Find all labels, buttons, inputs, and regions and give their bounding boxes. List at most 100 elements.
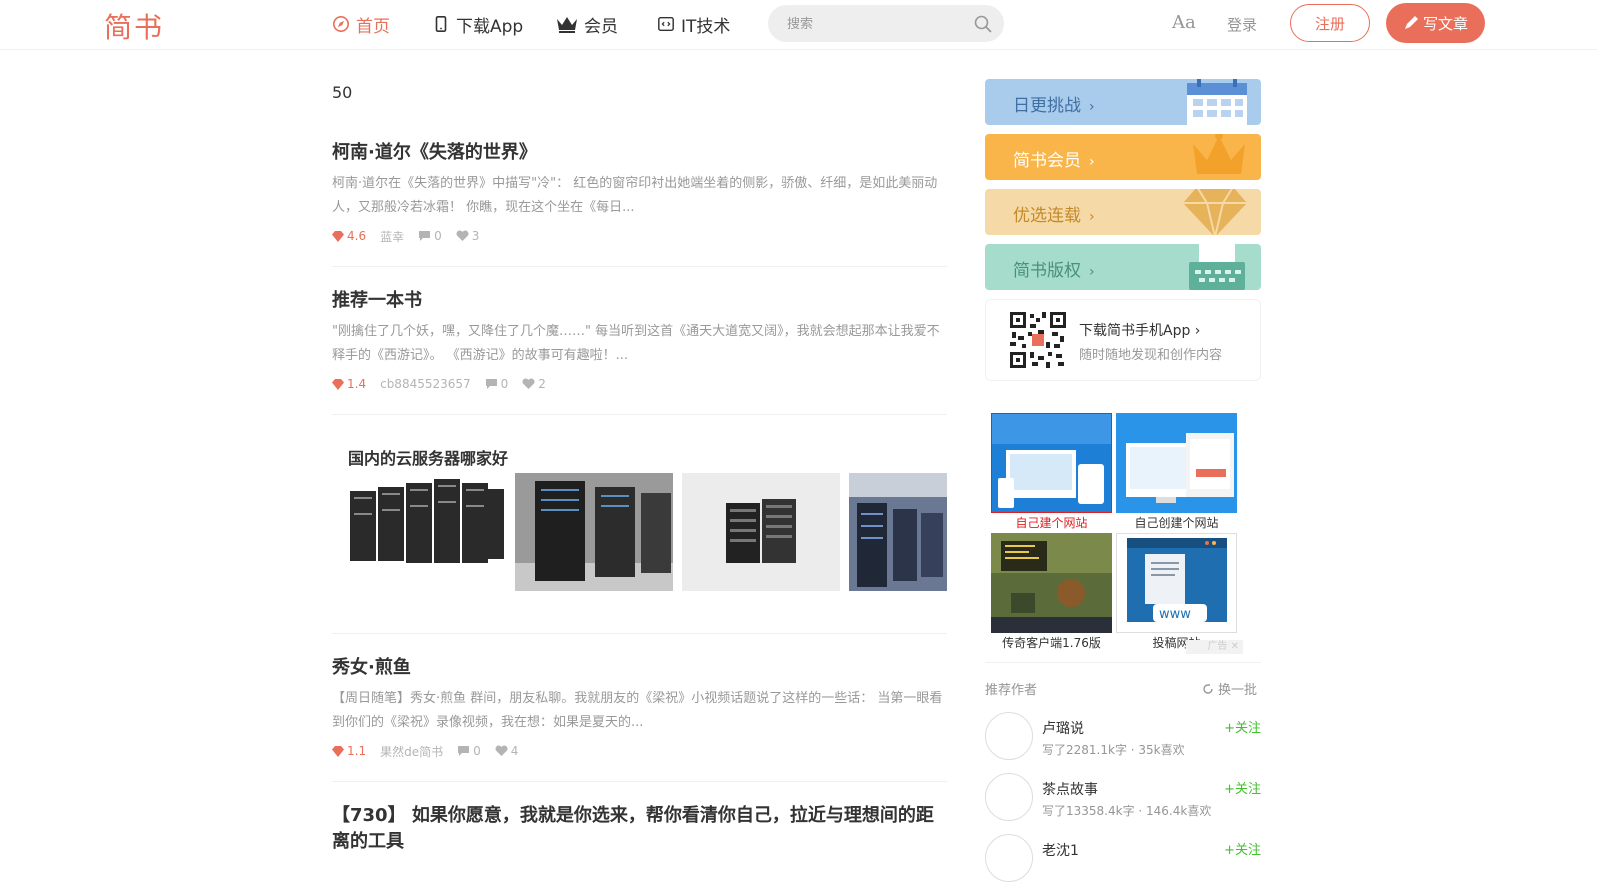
author-info: 写了2281.1k字 · 35k喜欢 [1042,743,1185,757]
author-name[interactable]: 老沈1 [1042,840,1079,860]
legend-game-image [991,533,1112,633]
article-meta: 4.6 蓝幸 0 3 [332,228,947,244]
like-count: 3 [456,229,479,243]
sponsored-ad-block: 国内的云服务器哪家好 [332,415,947,634]
article-item: 秀女·煎鱼 【周日随笔】秀女·煎鱼 群间，朋友私聊。我就朋友的《梁祝》小视频话题… [332,655,947,782]
diamond-icon [332,745,344,757]
nav-home[interactable]: 首页 [332,12,390,37]
board-membership[interactable]: 简书会员 › [985,134,1261,180]
qr-code-icon [1008,310,1068,370]
top-navbar: 简书 首页 下载App 会员 IT技术 Aa 登录 注册 写文章 [0,0,1597,50]
code-icon [658,16,674,32]
search-input[interactable] [787,15,967,33]
article-item: 柯南·道尔《失落的世界》 柯南·道尔在《失落的世界》中描写"冷"： 红色的窗帘印… [332,140,947,267]
server-room-image [849,473,947,591]
comment-count[interactable]: 0 [457,744,481,758]
website-builder-image [992,414,1111,512]
nav-membership[interactable]: 会员 [556,12,618,37]
author-name[interactable]: 茶点故事 [1042,779,1098,799]
font-size-toggle[interactable]: Aa [1172,12,1196,33]
ad-title[interactable]: 国内的云服务器哪家好 [348,445,508,469]
article-item: 【730】 如果你愿意，我就是你选来，帮你看清你自己，拉近与理想间的距离的工具 [332,803,947,873]
follow-button[interactable]: +关注 [1224,839,1261,858]
search-icon[interactable] [973,14,993,34]
comment-count[interactable]: 0 [418,229,442,243]
ad-image-server-unit[interactable] [682,473,840,591]
article-title[interactable]: 秀女·煎鱼 [332,657,411,678]
board-label: 简书会员 › [1013,151,1095,171]
board-featured-serial[interactable]: 优选连载 › [985,189,1261,235]
submit-site-image: www [1117,534,1236,632]
crown-icon [1193,134,1245,174]
write-article-button[interactable]: 写文章 [1386,3,1485,43]
diamond-score: 1.4 [332,377,366,391]
datacenter-image [515,473,673,591]
search-box [768,5,1004,42]
article-meta: 1.1 果然de简书 0 4 [332,743,947,759]
like-count: 2 [522,377,546,391]
ad-image-server-rack[interactable] [348,473,506,591]
side-ad-legend-game[interactable] [991,533,1112,633]
heart-icon [495,745,508,756]
typewriter-icon [1189,244,1245,290]
write-article-label: 写文章 [1422,14,1468,33]
nav-download-label: 下载App [456,16,524,37]
signup-button[interactable]: 注册 [1290,4,1370,42]
refresh-icon [1203,683,1213,694]
board-label: 日更挑战 › [1013,96,1095,116]
author-row: 茶点故事 写了13358.4k字 · 146.4k喜欢 +关注 [985,773,1261,823]
board-copyright[interactable]: 简书版权 › [985,244,1261,290]
ad-image-server-room[interactable] [849,473,947,591]
side-ad-label[interactable]: 自己建个网站 [991,514,1112,531]
author-info: 写了13358.4k字 · 146.4k喜欢 [1042,804,1212,818]
swap-batch-button[interactable]: 换一批 [1202,679,1257,698]
side-ad-label[interactable]: 传奇客户端1.76版 [991,634,1112,651]
article-abstract: 【周日随笔】秀女·煎鱼 群间，朋友私聊。我就朋友的《梁祝》小视频话题说了这样的一… [332,691,943,730]
nav-download-app[interactable]: 下载App [432,12,524,37]
author-row: 老沈1 +关注 [985,834,1261,884]
side-ad-create-website[interactable] [1116,413,1237,513]
side-ad-website-builder[interactable] [991,413,1112,513]
article-author[interactable]: 果然de简书 [380,743,443,760]
ad-close-tag[interactable]: 广告 ✕ [1186,640,1243,654]
login-link[interactable]: 登录 [1227,14,1257,35]
diamond-score: 4.6 [332,229,366,243]
download-app-card[interactable]: 下载简书手机App › 随时随地发现和创作内容 [985,299,1261,381]
article-author[interactable]: cb8845523657 [380,377,471,391]
article-item: 推荐一本书 "刚擒住了几个妖，嘿，又降住了几个魔……" 每当听到这首《通天大道宽… [332,288,947,415]
server-unit-image [682,473,840,591]
ad-image-datacenter[interactable] [515,473,673,591]
heart-icon [456,230,469,241]
avatar[interactable] [985,712,1033,760]
create-website-image [1116,413,1237,513]
jianshu-logo[interactable]: 简书 [104,6,164,46]
page-counter: 50 [332,83,353,102]
board-daily-challenge[interactable]: 日更挑战 › [985,79,1261,125]
comment-count[interactable]: 0 [485,377,508,391]
side-ad-submit-site[interactable]: www [1116,533,1237,633]
article-title[interactable]: 柯南·道尔《失落的世界》 [332,142,537,163]
follow-button[interactable]: +关注 [1224,717,1261,736]
article-meta: 1.4 cb8845523657 0 2 [332,376,947,392]
nav-it-tech[interactable]: IT技术 [657,12,730,37]
download-app-title: 下载简书手机App › [1079,323,1201,339]
diamond-icon [332,230,344,242]
article-author[interactable]: 蓝幸 [380,228,404,245]
recommend-authors-title: 推荐作者 [985,683,1038,698]
avatar[interactable] [985,773,1033,821]
calendar-icon [1187,79,1247,125]
board-label: 优选连载 › [1013,206,1095,226]
article-title[interactable]: 【730】 如果你愿意，我就是你选来，帮你看清你自己，拉近与理想间的距离的工具 [332,805,934,852]
diamond-icon [332,378,344,390]
server-rack-image [350,479,504,563]
side-ad-label[interactable]: 自己创建个网站 [1116,514,1237,531]
board-label: 简书版权 › [1013,261,1095,281]
comment-icon [485,379,497,389]
crown-icon [557,17,577,33]
author-name[interactable]: 卢璐说 [1042,718,1084,738]
pen-icon [1404,16,1418,29]
article-title[interactable]: 推荐一本书 [332,290,422,311]
avatar[interactable] [985,834,1033,882]
svg-text:www: www [1159,607,1191,622]
follow-button[interactable]: +关注 [1224,778,1261,797]
